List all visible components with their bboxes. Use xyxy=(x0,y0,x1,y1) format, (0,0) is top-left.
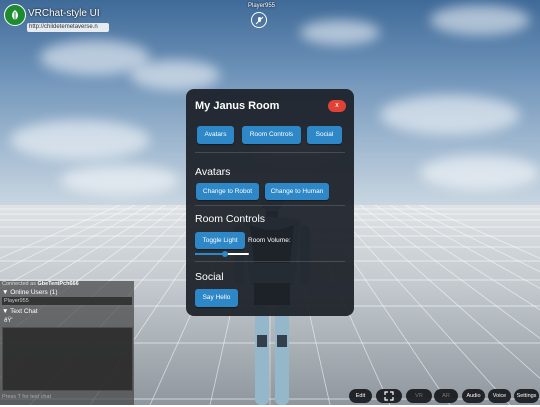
fullscreen-button[interactable] xyxy=(376,389,402,403)
chat-input[interactable]: Press T for text chat xyxy=(2,394,51,400)
vr-button[interactable]: VR xyxy=(406,389,432,403)
ar-button[interactable]: AR xyxy=(434,389,458,403)
text-chat-heading[interactable]: ▼ Text Chat xyxy=(2,308,38,315)
divider xyxy=(195,261,345,262)
audio-button[interactable]: Audio xyxy=(462,389,485,403)
settings-button[interactable]: Settings xyxy=(514,389,539,403)
room-volume-slider[interactable] xyxy=(195,251,249,257)
user-list-item[interactable]: Player955 xyxy=(2,297,132,305)
microphone-muted-icon[interactable] xyxy=(251,12,267,28)
connected-user: GbeTentPch666 xyxy=(37,281,79,287)
fullscreen-icon xyxy=(384,391,394,401)
player-name-tag: Player955 xyxy=(248,3,276,9)
leaf-logo-icon xyxy=(4,4,26,26)
chat-message: ðŸ' xyxy=(4,318,13,324)
close-button[interactable]: x xyxy=(328,100,346,112)
slider-fill xyxy=(195,253,225,255)
connection-status: Connected as GbeTentPch666 xyxy=(2,281,79,287)
change-to-robot-button[interactable]: Change to Robot xyxy=(196,183,259,200)
voice-button[interactable]: Voice xyxy=(488,389,511,403)
tab-room-controls[interactable]: Room Controls xyxy=(242,126,301,144)
tab-avatars[interactable]: Avatars xyxy=(197,126,234,144)
room-menu-panel: My Janus Room x Avatars Room Controls So… xyxy=(186,89,354,316)
room-volume-label: Room Volume: xyxy=(248,237,291,244)
panel-title: My Janus Room xyxy=(195,100,280,112)
avatars-heading: Avatars xyxy=(195,166,231,178)
edit-button[interactable]: Edit xyxy=(349,389,372,403)
online-users-heading[interactable]: ▼ Online Users (1) xyxy=(2,289,58,296)
app-title: VRChat-style UI xyxy=(28,8,100,19)
url-field[interactable]: http://childetemetaverse.n xyxy=(27,23,109,32)
connected-prefix: Connected as xyxy=(2,281,36,287)
toggle-light-button[interactable]: Toggle Light xyxy=(195,232,245,249)
say-hello-button[interactable]: Say Hello xyxy=(195,289,238,307)
tab-social[interactable]: Social xyxy=(307,126,342,144)
change-to-human-button[interactable]: Change to Human xyxy=(265,183,329,200)
divider xyxy=(195,205,345,206)
room-controls-heading: Room Controls xyxy=(195,213,266,225)
chat-log[interactable] xyxy=(2,327,133,391)
slider-thumb[interactable] xyxy=(221,251,228,257)
divider xyxy=(195,152,345,153)
social-heading: Social xyxy=(195,271,224,283)
